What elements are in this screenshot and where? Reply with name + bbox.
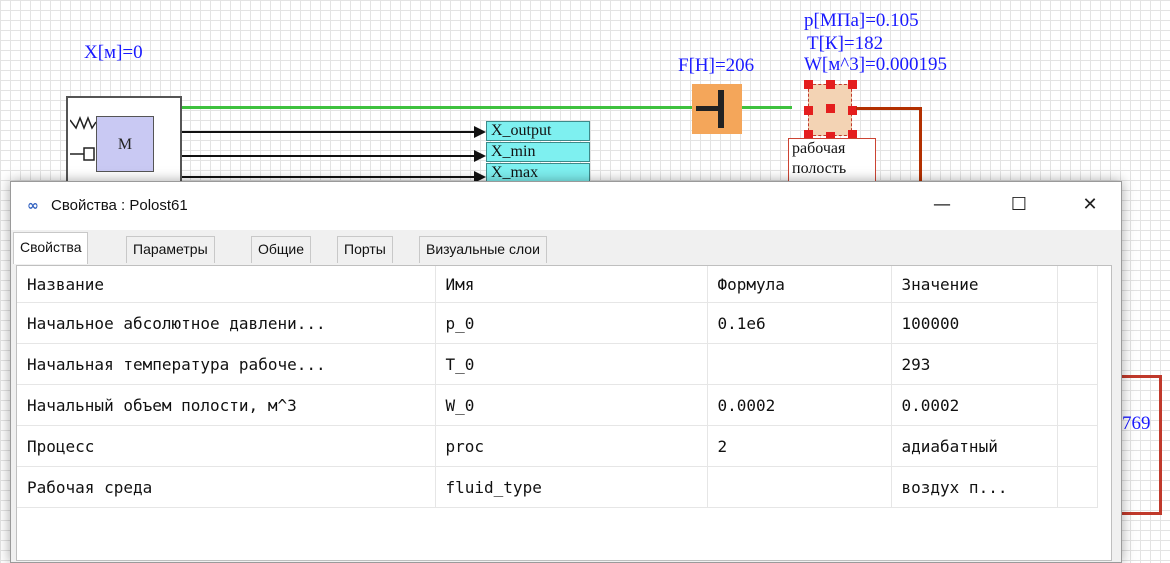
temperature-label: T[К]=182 [807, 33, 884, 54]
tab-bar: Свойства Параметры Общие Порты Визуальны… [11, 230, 1121, 264]
table-row[interactable]: Начальный объем полости, м^3 W_0 0.0002 … [17, 384, 1098, 426]
cell-value: адиабатный [891, 425, 1058, 467]
table-header-row: Название Имя Формула Значение [17, 266, 1098, 303]
cell-formula[interactable]: 0.0002 [707, 384, 892, 426]
output-x-max[interactable]: X_max [486, 163, 590, 183]
close-button[interactable]: ✕ [1067, 182, 1113, 230]
column-header-id[interactable]: Имя [435, 266, 708, 303]
column-header-name[interactable]: Название [17, 266, 436, 303]
output-x-min[interactable]: X_min [486, 142, 590, 162]
cell-value: 100000 [891, 302, 1058, 344]
link-line-red [856, 107, 922, 110]
maximize-button[interactable]: ☐ [996, 182, 1042, 230]
force-stem [718, 90, 724, 128]
cell-id: fluid_type [435, 466, 708, 508]
selection-handle[interactable] [804, 106, 813, 115]
arrow-icon [474, 150, 486, 162]
cell-formula[interactable] [707, 466, 892, 508]
table-row[interactable]: Начальное абсолютное давлени... p_0 0.1e… [17, 302, 1098, 344]
force-label: F[H]=206 [678, 55, 755, 76]
partial-value-label: 769 [1122, 413, 1151, 434]
force-bar [696, 106, 720, 111]
table-row[interactable]: Рабочая среда fluid_type воздух п... [17, 466, 1098, 508]
column-header-formula[interactable]: Формула [707, 266, 892, 303]
connector-line [182, 176, 478, 178]
cell-id: proc [435, 425, 708, 467]
tab-parameters[interactable]: Параметры [126, 236, 215, 263]
properties-table: Название Имя Формула Значение Начальное … [17, 266, 1098, 508]
tab-ports[interactable]: Порты [337, 236, 393, 263]
cell-filler [1057, 302, 1098, 344]
x-position-label: X[м]=0 [84, 42, 143, 63]
arrow-icon [474, 126, 486, 138]
minimize-button[interactable]: — [919, 182, 965, 230]
properties-dialog: ∞ Свойства : Polost61 — ☐ ✕ Свойства Пар… [10, 181, 1122, 563]
column-header-value[interactable]: Значение [891, 266, 1058, 303]
cell-filler [1057, 425, 1098, 467]
cell-id: T_0 [435, 343, 708, 385]
pressure-label: p[МПа]=0.105 [804, 10, 919, 31]
connector-line [182, 155, 478, 157]
column-header-filler [1057, 266, 1098, 303]
cell-filler [1057, 466, 1098, 508]
cell-formula[interactable] [707, 343, 892, 385]
cell-name: Начальная температура рабоче... [17, 343, 436, 385]
cell-formula[interactable]: 2 [707, 425, 892, 467]
cell-value: воздух п... [891, 466, 1058, 508]
mass-element[interactable]: M [96, 116, 154, 172]
selection-handle[interactable] [826, 104, 835, 113]
app-icon: ∞ [27, 198, 39, 214]
cell-id: W_0 [435, 384, 708, 426]
selection-handle[interactable] [804, 80, 813, 89]
cell-value: 0.0002 [891, 384, 1058, 426]
cell-value: 293 [891, 343, 1058, 385]
tab-visual-layers[interactable]: Визуальные слои [419, 236, 547, 263]
table-row[interactable]: Процесс proc 2 адиабатный [17, 425, 1098, 467]
connector-line [182, 131, 478, 133]
cell-name: Рабочая среда [17, 466, 436, 508]
cell-name: Начальное абсолютное давлени... [17, 302, 436, 344]
properties-table-panel: Название Имя Формула Значение Начальное … [16, 265, 1112, 561]
cell-filler [1057, 384, 1098, 426]
cell-name: Начальный объем полости, м^3 [17, 384, 436, 426]
window-title: Свойства : Polost61 [51, 197, 188, 214]
cell-formula[interactable]: 0.1e6 [707, 302, 892, 344]
cell-id: p_0 [435, 302, 708, 344]
link-line-red [919, 107, 922, 187]
force-element[interactable] [692, 84, 742, 134]
cell-name: Процесс [17, 425, 436, 467]
output-x-output[interactable]: X_output [486, 121, 590, 141]
tab-general[interactable]: Общие [251, 236, 312, 263]
title-bar[interactable]: ∞ Свойства : Polost61 — ☐ ✕ [11, 182, 1121, 230]
selection-handle[interactable] [826, 80, 835, 89]
cavity-caption: рабочая полость [788, 138, 876, 184]
volume-label: W[м^3]=0.000195 [804, 54, 947, 75]
cell-filler [1057, 343, 1098, 385]
tab-properties[interactable]: Свойства [13, 232, 89, 264]
selection-handle[interactable] [848, 80, 857, 89]
table-row[interactable]: Начальная температура рабоче... T_0 293 [17, 343, 1098, 385]
